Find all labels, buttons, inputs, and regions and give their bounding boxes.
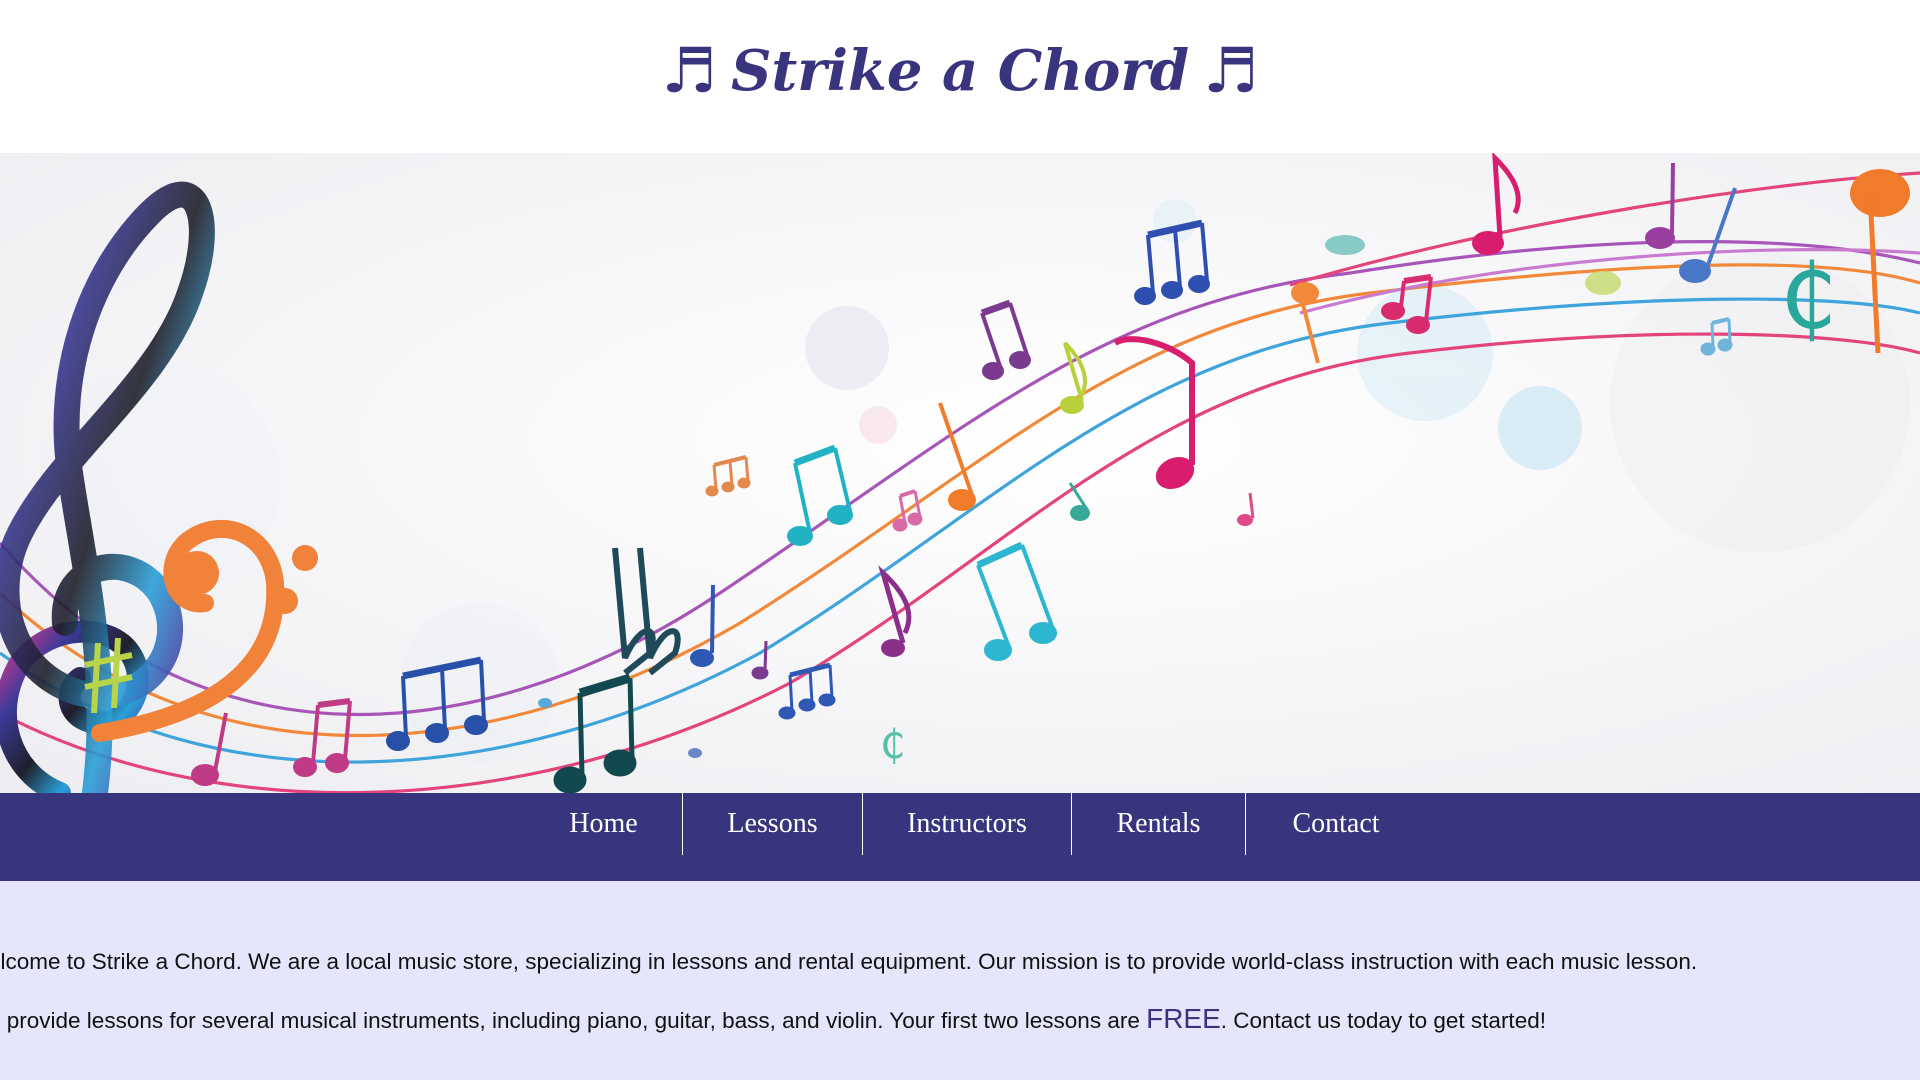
cut-time-icon: ₵ xyxy=(880,722,905,768)
site-title: ♬ Strike a Chord ♬ xyxy=(661,34,1258,107)
hero-music-illustration: ₵ ₵ xyxy=(0,153,1920,793)
lessons-text-end: . Contact us today to get started! xyxy=(1220,1008,1546,1033)
site-header: ♬ Strike a Chord ♬ xyxy=(0,0,1920,153)
nav-list: Home Lessons Instructors Rentals Contact xyxy=(525,793,1426,855)
main-content: elcome to Strike a Chord. We are a local… xyxy=(0,881,1920,1080)
music-note-icon: ♬ xyxy=(1203,34,1259,107)
lessons-paragraph: e provide lessons for several musical in… xyxy=(0,1003,1546,1035)
main-nav: Home Lessons Instructors Rentals Contact xyxy=(0,793,1920,881)
nav-item-lessons[interactable]: Lessons xyxy=(683,793,863,855)
site-title-text: Strike a Chord xyxy=(730,37,1190,104)
welcome-paragraph: elcome to Strike a Chord. We are a local… xyxy=(0,949,1698,974)
nav-item-rentals[interactable]: Rentals xyxy=(1072,793,1246,855)
cut-time-icon: ₵ xyxy=(1780,245,1837,350)
hero-banner: ₵ ₵ xyxy=(0,153,1920,793)
nav-item-home[interactable]: Home xyxy=(525,793,683,855)
music-note-icon: ♬ xyxy=(661,34,717,107)
lessons-text: e provide lessons for several musical in… xyxy=(0,1008,1147,1033)
free-highlight: FREE xyxy=(1146,1003,1221,1034)
nav-item-contact[interactable]: Contact xyxy=(1246,793,1426,855)
nav-item-instructors[interactable]: Instructors xyxy=(863,793,1072,855)
